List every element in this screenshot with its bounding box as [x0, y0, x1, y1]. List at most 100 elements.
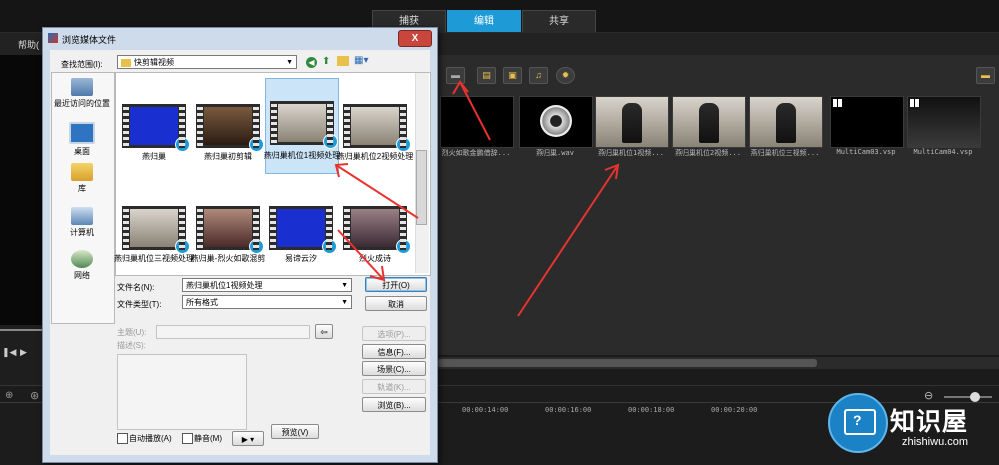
library-thumb[interactable] [595, 96, 669, 148]
filetype-label: 文件类型(T): [117, 300, 162, 309]
folder-icon[interactable]: ▬ [446, 67, 465, 84]
preview-button[interactable]: 预览(V) [271, 424, 319, 439]
image-filter-icon[interactable]: ▣ [503, 67, 522, 84]
library-thumb[interactable] [749, 96, 823, 148]
file-name: 燕归巢 [142, 152, 166, 161]
app-logo-icon [48, 33, 58, 43]
scene-button[interactable]: 场景(C)... [362, 361, 426, 376]
subject-input[interactable] [156, 325, 310, 339]
file-item[interactable]: ◉ 燕归巢 [118, 100, 190, 170]
multicam-icon [833, 99, 843, 107]
options-button[interactable]: 选项(P)... [362, 326, 426, 341]
file-item[interactable]: ◉ 烈火成诗 [339, 202, 411, 272]
library-thumb[interactable] [830, 96, 904, 148]
timeline-tool-icon[interactable]: ⊕ [5, 390, 13, 401]
speaker-icon [540, 105, 572, 137]
library-icon [71, 163, 93, 181]
menu-help[interactable]: 帮助( [18, 38, 39, 51]
media-badge-icon: ◉ [249, 137, 264, 152]
open-button[interactable]: 打开(O) [365, 277, 427, 292]
library-thumb-label: MultiCam03.vsp [836, 148, 896, 156]
tab-share[interactable]: 共享 [522, 10, 596, 33]
mute-checkbox[interactable] [182, 433, 193, 444]
chevron-down-icon: ▼ [341, 299, 348, 306]
mute-label: 静音(M) [194, 434, 222, 443]
place-label: 最近访问的位置 [54, 99, 110, 108]
scrub-bar[interactable] [0, 329, 45, 331]
file-list-scroll-thumb[interactable] [416, 150, 427, 225]
library-thumb-label: 烈火如歌金鹏借辞... [441, 149, 511, 157]
description-input[interactable] [117, 354, 247, 430]
file-item[interactable]: ◉ 易谛云汐 [265, 202, 337, 272]
video-filter-icon[interactable]: ▤ [477, 67, 496, 84]
media-badge-icon: ◉ [175, 239, 190, 254]
back-arrow-button[interactable]: ⇦ [315, 324, 333, 339]
autoplay-checkbox[interactable] [117, 433, 128, 444]
timecode: 00:00:16:00 [545, 406, 592, 414]
playback-controls: ❚◀ ▶ [0, 325, 45, 385]
library-thumb-label: 燕归巢机位2视频... [675, 149, 741, 157]
place-recent[interactable]: 最近访问的位置 [51, 78, 113, 109]
timecode: 00:00:20:00 [711, 406, 758, 414]
view-menu-icon[interactable]: ▦▾ [354, 55, 368, 66]
look-in-label: 查找范围(I): [61, 60, 103, 69]
recent-places-icon [71, 78, 93, 96]
library-options-icon[interactable]: ▬ [976, 67, 995, 84]
tab-edit[interactable]: 编辑 [447, 10, 521, 33]
info-button[interactable]: 信息(F)... [362, 344, 426, 359]
library-thumb[interactable] [907, 96, 981, 148]
file-name: 燕归巢初剪辑 [204, 152, 252, 161]
autoplay-label: 自动播放(A) [129, 434, 172, 443]
filetype-select[interactable]: 所有格式 ▼ [182, 295, 352, 309]
place-desktop[interactable]: 桌面 [51, 122, 113, 157]
browse-button[interactable]: 浏览(B)... [362, 397, 426, 412]
track-button[interactable]: 轨道(K)... [362, 379, 426, 394]
look-in-combo[interactable]: 快剪辑视频 ▼ [117, 55, 297, 69]
network-icon [71, 250, 93, 268]
library-scroll-thumb[interactable] [437, 359, 817, 367]
file-name: 燕归巢-烈火如歌混剪 [190, 254, 266, 263]
file-name: 易谛云汐 [285, 254, 317, 263]
prev-frame-icon[interactable]: ❚◀ [2, 347, 16, 358]
description-label: 描述(S): [117, 341, 146, 350]
place-network[interactable]: 网络 [51, 250, 113, 281]
media-badge-icon: ◉ [322, 239, 337, 254]
new-folder-icon[interactable] [337, 56, 349, 66]
library-thumb[interactable] [672, 96, 746, 148]
filename-input[interactable]: 燕归巢机位1视频处理 ▼ [182, 278, 352, 292]
play-options-button[interactable]: ▶ ▾ [232, 431, 264, 446]
places-bar [51, 72, 115, 324]
file-item-selected[interactable]: ◉ 燕归巢机位1视频处理 [263, 78, 341, 174]
library-thumb-audio[interactable] [519, 96, 593, 148]
file-name: 燕归巢机位三视频处理 [114, 254, 194, 263]
look-in-value: 快剪辑视频 [134, 58, 174, 67]
back-icon[interactable]: ◀ [306, 57, 317, 68]
audio-filter-icon[interactable]: ♫ [529, 67, 548, 84]
filename-label: 文件名(N): [117, 283, 155, 292]
chevron-down-icon: ▼ [341, 282, 348, 289]
library-thumb[interactable] [440, 96, 514, 148]
file-item[interactable]: ◉ 燕归巢-烈火如歌混剪 [191, 202, 265, 272]
place-libraries[interactable]: 库 [51, 163, 113, 194]
library-thumb-label: 燕归巢机位三视频... [750, 149, 820, 157]
file-name: 烈火成诗 [359, 254, 391, 263]
close-button[interactable]: X [398, 30, 432, 47]
file-item[interactable]: ◉ 燕归巢机位2视频处理 [337, 100, 413, 170]
library-thumb-label: 燕归巢.wav [536, 149, 574, 157]
file-item[interactable]: ◉ 燕归巢初剪辑 [192, 100, 264, 170]
library-thumb-label: 燕归巢机位1视频... [598, 149, 664, 157]
file-name: 燕归巢机位1视频处理 [263, 151, 341, 160]
place-label: 网络 [74, 271, 90, 280]
cancel-button[interactable]: 取消 [365, 296, 427, 311]
up-folder-icon[interactable]: ⬆ [322, 56, 330, 67]
play-icon[interactable]: ▶ [20, 347, 27, 358]
folder-icon [121, 58, 131, 67]
chevron-down-icon: ▼ [286, 59, 293, 66]
effects-icon[interactable]: ✹ [556, 67, 575, 84]
record-icon[interactable]: ⊛ [30, 389, 39, 402]
place-label: 计算机 [70, 228, 94, 237]
media-badge-icon: ◉ [175, 137, 190, 152]
place-computer[interactable]: 计算机 [51, 207, 113, 238]
watermark-subtitle: zhishiwu.com [902, 436, 969, 448]
file-item[interactable]: ◉ 燕归巢机位三视频处理 [114, 202, 194, 272]
